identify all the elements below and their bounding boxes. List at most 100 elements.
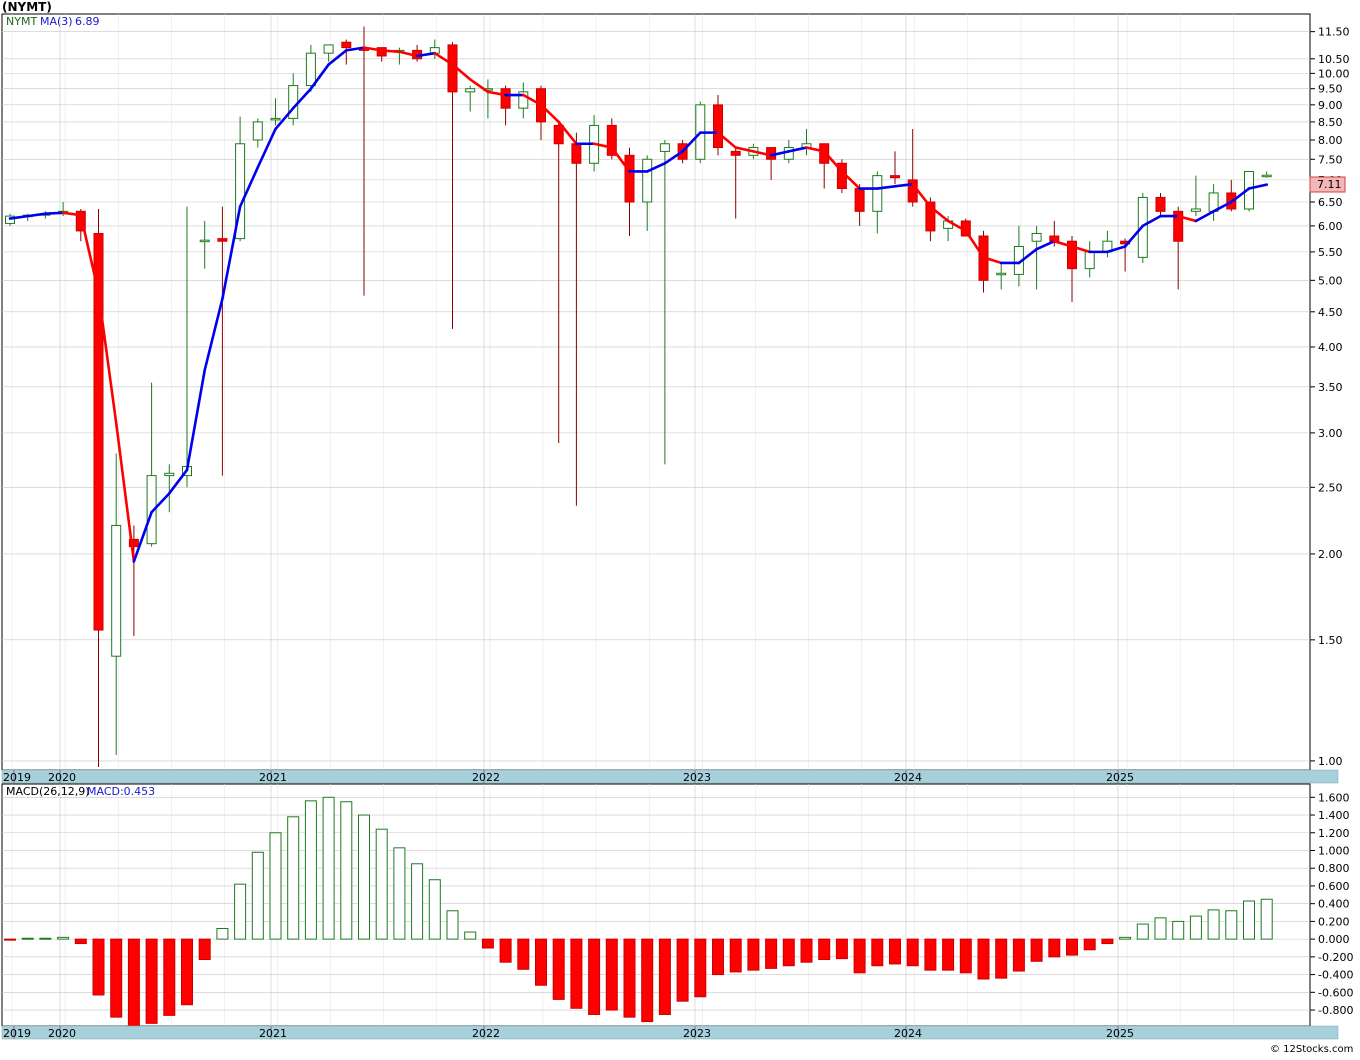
year-label: 2019 — [3, 771, 31, 784]
macd-bar — [1154, 917, 1167, 940]
macd-bar — [658, 938, 671, 1015]
macd-bar — [39, 937, 52, 940]
stock-chart: (NYMT) 1.00 1.50 2.00 2.50 3.00 3.50 4.00 4.50 5… — [0, 0, 1360, 1056]
macd-bar — [517, 938, 530, 970]
macd-bar — [800, 938, 813, 963]
macd-bar — [21, 937, 34, 940]
macd-bar — [74, 938, 87, 945]
candle-body — [571, 143, 582, 164]
candle-body — [323, 44, 334, 54]
candle-body — [164, 472, 175, 477]
candle-body — [872, 175, 883, 212]
macd-bar — [57, 936, 70, 940]
macd-bar — [269, 832, 282, 940]
date-strip-bg — [1, 769, 1339, 784]
macd-bar — [181, 938, 193, 1006]
price-y-tick-label: 1.00 — [1318, 755, 1343, 768]
macd-bar — [145, 938, 158, 1024]
candle-body — [553, 124, 564, 145]
candle-body — [341, 41, 352, 49]
macd-y-tick-label: 0.800 — [1318, 862, 1350, 875]
macd-bar — [375, 828, 388, 940]
macd-bar — [747, 938, 760, 971]
macd-bar — [393, 847, 406, 940]
macd-bar — [304, 800, 317, 940]
price-y-tick-label: 8.00 — [1318, 134, 1343, 147]
candle-body — [642, 158, 653, 203]
macd-date-strip: 2019 2020 2021 2022 2023 2024 2025 — [1, 1025, 1339, 1040]
year-label: 2020 — [48, 771, 76, 784]
macd-bar — [428, 879, 441, 940]
year-label: 2020 — [48, 1027, 76, 1040]
symbol-title: (NYMT) — [2, 0, 52, 14]
candle-body — [252, 121, 263, 141]
macd-bar — [889, 938, 901, 965]
date-strip-bg-2 — [1, 1025, 1339, 1040]
macd-bar — [358, 814, 370, 940]
year-label: 2023 — [683, 1027, 711, 1040]
macd-bar — [110, 938, 123, 1018]
candle-body — [713, 104, 723, 149]
year-label: 2021 — [259, 771, 287, 784]
macd-bar — [942, 938, 955, 971]
macd-bar — [1243, 900, 1255, 940]
price-y-tick-label: 5.00 — [1318, 274, 1343, 287]
year-label: 2025 — [1106, 1027, 1134, 1040]
ma3-segment — [44, 211, 65, 216]
chart-container: (NYMT) 1.00 1.50 2.00 2.50 3.00 3.50 4.00 4.50 5… — [0, 0, 1360, 1056]
macd-bar — [588, 938, 601, 1015]
macd-y-tick-label: 0.000 — [1318, 933, 1350, 946]
macd-y-tick-label: 1.000 — [1318, 844, 1350, 857]
macd-bar — [552, 938, 565, 1000]
macd-bar — [871, 938, 884, 967]
macd-bar — [1012, 938, 1025, 972]
macd-bar — [641, 938, 654, 1023]
macd-y-tick-label: 0.200 — [1318, 915, 1350, 928]
macd-bar — [694, 938, 707, 998]
macd-bar — [1119, 936, 1132, 940]
macd-bar — [251, 851, 264, 940]
year-label: 2023 — [683, 771, 711, 784]
macd-bar — [1136, 923, 1149, 940]
macd-bar — [1225, 910, 1238, 940]
macd-legend-label: MACD(26,12,9) — [6, 785, 90, 798]
macd-bar — [977, 938, 990, 980]
macd-bar — [1101, 938, 1114, 945]
candle-body — [890, 175, 900, 179]
price-y-tick-label: 6.00 — [1318, 220, 1343, 233]
macd-bar — [1189, 915, 1202, 940]
macd-y-tick-label: -0.400 — [1318, 969, 1353, 982]
year-label: 2024 — [894, 1027, 922, 1040]
macd-bar — [287, 816, 300, 940]
year-label: 2022 — [472, 1027, 500, 1040]
price-y-tick-label: 4.50 — [1318, 306, 1343, 319]
year-label: 2024 — [894, 771, 922, 784]
macd-bar — [216, 927, 229, 940]
price-y-tick-label: 3.50 — [1318, 381, 1343, 394]
candle-body — [217, 238, 228, 242]
macd-bar — [1172, 920, 1185, 940]
macd-bar — [676, 938, 689, 1002]
macd-bar — [995, 938, 1008, 979]
macd-y-tick-label: 1.600 — [1318, 791, 1350, 804]
macd-bar — [906, 938, 919, 967]
price-y-tick-label: 4.00 — [1318, 341, 1343, 354]
macd-bar — [1083, 938, 1096, 951]
macd-bar — [765, 938, 778, 969]
legend-ma-label: MA(3) — [40, 15, 73, 28]
candle-body — [1190, 208, 1201, 212]
macd-y-tick-label: 0.600 — [1318, 880, 1350, 893]
price-y-tick-label: 10.00 — [1318, 67, 1350, 80]
macd-bar — [92, 938, 105, 996]
price-y-tick-label: 3.00 — [1318, 427, 1343, 440]
price-y-tick-label: 6.50 — [1318, 196, 1343, 209]
price-y-tick-label: 2.50 — [1318, 481, 1343, 494]
year-label: 2022 — [472, 771, 500, 784]
macd-y-tick-label: -0.600 — [1318, 986, 1353, 999]
macd-bar — [924, 938, 937, 971]
price-date-strip: 2019 2020 2021 2022 2023 2024 2025 — [1, 769, 1339, 784]
macd-bar — [818, 938, 831, 961]
price-y-tick-label: 11.50 — [1318, 26, 1350, 39]
copyright-text: © 12Stocks.com — [1270, 1044, 1353, 1055]
legend-symbol: NYMT — [6, 15, 37, 28]
